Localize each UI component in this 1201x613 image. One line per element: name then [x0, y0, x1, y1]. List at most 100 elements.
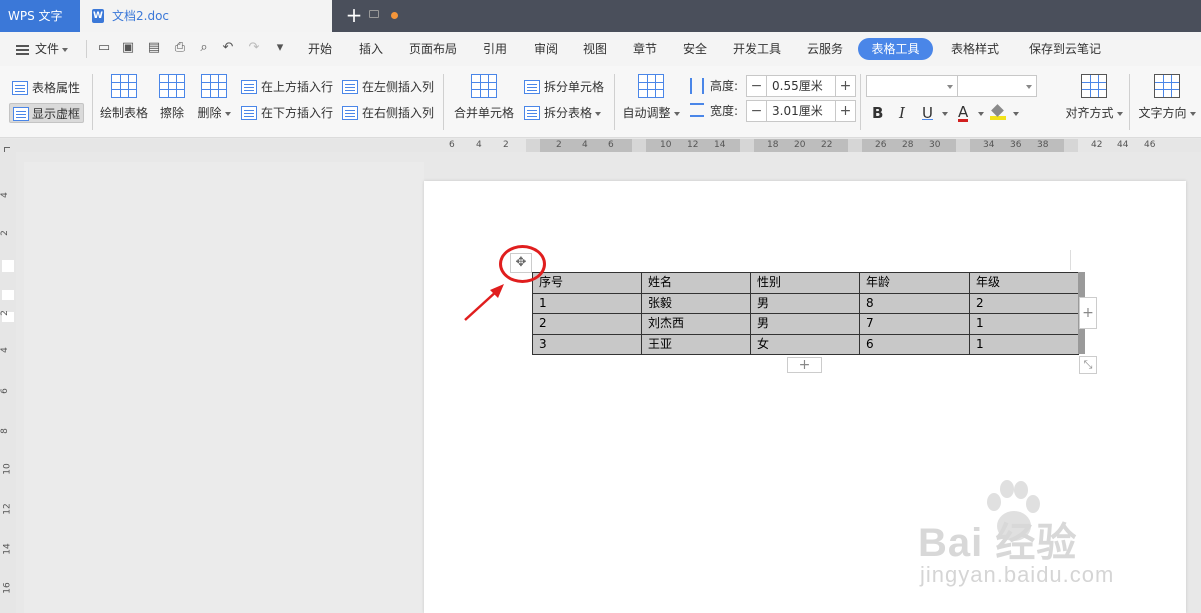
ruler-marker[interactable] [956, 139, 970, 152]
table-cell[interactable]: 2 [532, 313, 642, 335]
delete-button[interactable]: 删除 [195, 74, 233, 121]
insert-row-above-button[interactable]: 在上方插入行 [241, 77, 333, 97]
hamburger-icon [16, 44, 29, 55]
app-tab[interactable]: WPS 文字 [0, 0, 80, 32]
width-decrease-button[interactable]: − [747, 101, 767, 121]
font-family-select[interactable] [866, 75, 958, 97]
font-color-dropdown-icon[interactable] [978, 112, 984, 116]
document-table[interactable]: 序号 姓名 性别 年龄 年级 1 张毅 男 8 2 2 刘杰西 男 7 1 3 … [532, 272, 1079, 355]
erase-button[interactable]: 擦除 [156, 74, 188, 121]
ruler-marker[interactable] [2, 260, 14, 272]
print-icon[interactable]: ⎙ [172, 40, 188, 56]
document-tab[interactable]: W 文档2.doc [80, 0, 398, 32]
table-cell[interactable]: 年级 [969, 272, 1079, 294]
table-properties-button[interactable]: 表格属性 [12, 78, 80, 98]
draw-table-button[interactable]: 绘制表格 [98, 74, 150, 121]
tab-section[interactable]: 章节 [633, 40, 657, 58]
file-menu-button[interactable]: 文件 [16, 40, 69, 58]
print-preview-icon[interactable]: ⌕ [196, 40, 212, 56]
bold-button[interactable]: B [872, 102, 883, 124]
table-cell[interactable]: 性别 [750, 272, 860, 294]
table-cell[interactable]: 姓名 [641, 272, 751, 294]
tab-view[interactable]: 视图 [583, 40, 607, 58]
table-cell[interactable]: 男 [750, 292, 860, 314]
tab-insert[interactable]: 插入 [359, 40, 383, 58]
tab-start[interactable]: 开始 [308, 40, 332, 58]
tab-page-layout[interactable]: 页面布局 [409, 40, 457, 58]
insert-col-right-button[interactable]: 在右侧插入列 [342, 103, 434, 123]
horizontal-ruler[interactable]: 6 4 2 2 4 6 10 12 14 18 20 22 26 28 30 3… [0, 139, 1201, 152]
height-value[interactable]: 0.55厘米 [772, 76, 823, 96]
vertical-ruler[interactable]: 4 2 2 4 6 8 10 12 14 16 [0, 152, 16, 613]
table-cell[interactable]: 8 [859, 292, 970, 314]
tab-developer[interactable]: 开发工具 [733, 40, 781, 58]
open-folder-icon[interactable]: ▭ [96, 40, 112, 56]
ruler-marker[interactable] [848, 139, 862, 152]
table-cell[interactable]: 6 [859, 333, 970, 355]
table-cell[interactable]: 男 [750, 313, 860, 335]
tab-table-tools[interactable]: 表格工具 [858, 38, 933, 60]
ruler-number: 22 [821, 140, 833, 150]
table-cell[interactable]: 刘杰西 [641, 313, 751, 335]
merge-cells-button[interactable]: 合并单元格 [453, 74, 515, 121]
table-cell[interactable]: 2 [969, 292, 1079, 314]
table-cell[interactable]: 序号 [532, 272, 642, 294]
tab-cloud[interactable]: 云服务 [807, 40, 843, 58]
ruler-number: 18 [767, 140, 779, 150]
width-value[interactable]: 3.01厘米 [772, 101, 823, 121]
insert-row-below-button[interactable]: 在下方插入行 [241, 103, 333, 123]
tab-table-style[interactable]: 表格样式 [951, 40, 999, 58]
show-grid-button[interactable]: 显示虚框 [9, 103, 84, 123]
add-row-button[interactable]: + [787, 357, 822, 373]
insert-col-left-button[interactable]: 在左侧插入列 [342, 77, 434, 97]
tab-review[interactable]: 审阅 [534, 40, 558, 58]
auto-fit-icon [638, 74, 664, 98]
tab-security[interactable]: 安全 [683, 40, 707, 58]
underline-button[interactable]: U [922, 102, 933, 124]
ruler-number: 14 [714, 140, 726, 150]
split-table-button[interactable]: 拆分表格 [524, 103, 602, 123]
ruler-marker[interactable] [740, 139, 754, 152]
new-tab-button[interactable]: + [344, 4, 364, 26]
undo-icon[interactable]: ↶ [220, 40, 236, 56]
table-cell[interactable]: 张毅 [641, 292, 751, 314]
table-cell[interactable]: 3 [532, 333, 642, 355]
save-icon[interactable]: ▣ [120, 40, 136, 56]
width-stepper[interactable]: − 3.01厘米 + [746, 100, 856, 122]
italic-button[interactable]: I [899, 102, 905, 124]
table-cell[interactable]: 1 [969, 313, 1079, 335]
monitor-icon[interactable] [369, 10, 379, 18]
width-increase-button[interactable]: + [835, 101, 855, 121]
tab-references[interactable]: 引用 [483, 40, 507, 58]
table-cell[interactable]: 王亚 [641, 333, 751, 355]
table-cell[interactable]: 年龄 [859, 272, 970, 294]
ruler-marker[interactable] [632, 139, 646, 152]
highlight-dropdown-icon[interactable] [1013, 112, 1019, 116]
split-cells-button[interactable]: 拆分单元格 [524, 77, 604, 97]
highlight-icon[interactable] [990, 104, 1006, 120]
auto-fit-button[interactable]: 自动调整 [622, 74, 680, 121]
height-stepper[interactable]: − 0.55厘米 + [746, 75, 856, 97]
table-cell[interactable]: 女 [750, 333, 860, 355]
customize-dropdown-icon[interactable]: ▾ [272, 40, 288, 56]
export-pdf-icon[interactable]: ▤ [146, 40, 162, 56]
font-color-button[interactable]: A [958, 102, 969, 122]
font-size-select[interactable] [957, 75, 1037, 97]
tab-save-cloud-note[interactable]: 保存到云笔记 [1029, 40, 1101, 58]
ruler-number: 28 [902, 140, 914, 150]
text-direction-button[interactable]: 文字方向 [1136, 74, 1198, 121]
align-button[interactable]: 对齐方式 [1064, 74, 1124, 121]
add-column-button[interactable]: + [1079, 297, 1097, 329]
ruler-marker[interactable] [526, 139, 540, 152]
ruler-marker[interactable] [1064, 139, 1078, 152]
height-increase-button[interactable]: + [835, 76, 855, 96]
table-cell[interactable]: 1 [532, 292, 642, 314]
underline-dropdown-icon[interactable] [942, 112, 948, 116]
ruler-marker[interactable] [2, 290, 14, 300]
height-decrease-button[interactable]: − [747, 76, 767, 96]
table-cell[interactable]: 1 [969, 333, 1079, 355]
col-width-icon [690, 103, 704, 117]
redo-icon[interactable]: ↷ [246, 40, 262, 56]
table-resize-icon[interactable]: ⤡ [1079, 356, 1097, 374]
table-cell[interactable]: 7 [859, 313, 970, 335]
